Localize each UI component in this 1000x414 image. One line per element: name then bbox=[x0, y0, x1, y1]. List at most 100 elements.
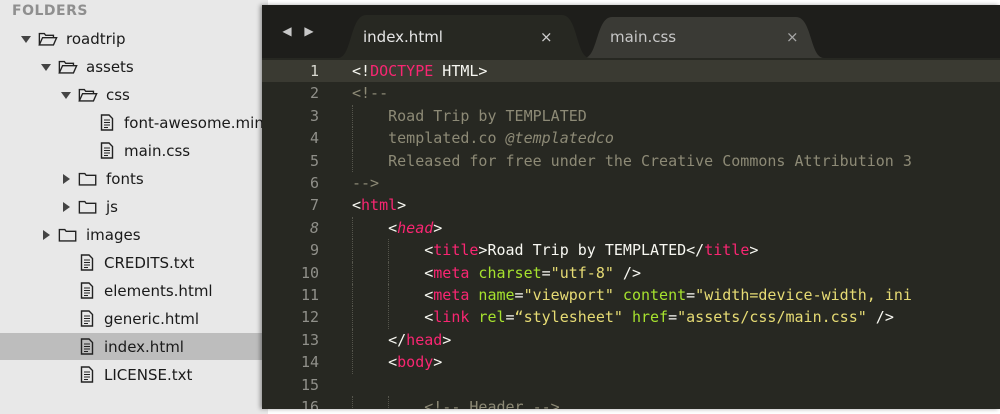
tree-folder[interactable]: js bbox=[0, 193, 268, 220]
tab-nav-back-icon[interactable]: ◀ bbox=[280, 23, 294, 39]
tree-item-label: index.html bbox=[104, 337, 184, 356]
tab-nav-forward-icon[interactable]: ▶ bbox=[302, 23, 316, 39]
tree-item-label: LICENSE.txt bbox=[104, 365, 193, 384]
disclosure-open-icon[interactable] bbox=[20, 33, 32, 45]
tree-item-label: fonts bbox=[106, 169, 144, 188]
tree-item-label: assets bbox=[86, 57, 134, 76]
disclosure-closed-icon[interactable] bbox=[60, 173, 72, 185]
line-number: 1 bbox=[309, 62, 319, 80]
tree-file[interactable]: index.html bbox=[0, 333, 268, 360]
disclosure-open-icon[interactable] bbox=[60, 89, 72, 101]
line-number: 11 bbox=[300, 286, 319, 304]
code-line: 11 <meta name="viewport" content="width=d… bbox=[262, 284, 1000, 307]
file-icon bbox=[100, 142, 116, 160]
indent-guide bbox=[388, 239, 390, 262]
line-number: 14 bbox=[300, 353, 319, 372]
line-number: 5 bbox=[309, 151, 319, 170]
tree-file[interactable]: main.css bbox=[0, 137, 268, 164]
disclosure-open-icon[interactable] bbox=[40, 61, 52, 73]
code-text: <!-- Header --> bbox=[424, 398, 560, 409]
tree-file[interactable]: font-awesome.min bbox=[0, 109, 268, 136]
indent-guide bbox=[352, 306, 354, 329]
code-text: <meta charset="utf-8" /> bbox=[424, 263, 641, 282]
line-number: 12 bbox=[300, 308, 319, 327]
file-icon bbox=[80, 366, 96, 384]
code-text: </head> bbox=[388, 330, 452, 349]
line-number: 13 bbox=[300, 330, 319, 349]
line-number: 10 bbox=[300, 263, 319, 282]
code-line: 14 <body> bbox=[262, 351, 1000, 374]
indent-guide bbox=[352, 149, 354, 172]
file-icon bbox=[80, 254, 96, 272]
tree-item-label: images bbox=[86, 225, 141, 244]
tree-item-label: roadtrip bbox=[66, 29, 126, 48]
line-number: 3 bbox=[309, 106, 319, 125]
code-line: 15 bbox=[262, 374, 1000, 396]
code-text: Road Trip by TEMPLATED bbox=[388, 106, 587, 125]
folder-open-icon bbox=[58, 58, 78, 76]
disclosure-closed-icon[interactable] bbox=[60, 201, 72, 213]
close-icon[interactable]: × bbox=[786, 28, 799, 46]
indent-guide bbox=[388, 284, 390, 307]
disclosure-closed-icon[interactable] bbox=[40, 229, 52, 241]
tree-file[interactable]: CREDITS.txt bbox=[0, 249, 268, 276]
code-line: 2 <!-- bbox=[262, 82, 1000, 104]
indent-guide bbox=[352, 328, 354, 352]
code-text: <head> bbox=[388, 218, 443, 237]
indent-guide bbox=[388, 261, 390, 284]
indent-guide bbox=[388, 396, 390, 409]
code-line: 13 </head> bbox=[262, 328, 1000, 352]
code-line: 12 <link rel=“stylesheet" href="assets/cs… bbox=[262, 306, 1000, 329]
file-icon bbox=[80, 310, 96, 328]
indent-guide bbox=[352, 351, 354, 374]
code-text: <!-- bbox=[352, 84, 389, 103]
tree-folder[interactable]: roadtrip bbox=[0, 25, 268, 52]
tree-file[interactable]: elements.html bbox=[0, 277, 268, 304]
tab-index-html[interactable]: index.html × bbox=[338, 15, 590, 58]
code-text: <title>Road Trip by TEMPLATED</title> bbox=[424, 241, 759, 260]
code-text: <body> bbox=[388, 353, 443, 372]
tree-folder[interactable]: fonts bbox=[0, 165, 268, 192]
tree-folder[interactable]: assets bbox=[0, 53, 268, 80]
code-line: 16 <!-- Header --> bbox=[262, 396, 1000, 409]
file-icon bbox=[100, 114, 116, 132]
indent-guide bbox=[352, 104, 354, 128]
indent-guide bbox=[388, 306, 390, 329]
tree-folder[interactable]: images bbox=[0, 221, 268, 248]
line-number: 15 bbox=[300, 375, 319, 394]
sidebar: FOLDERS roadtrip assets css font-awesome.mi… bbox=[0, 0, 268, 414]
indent-guide bbox=[352, 284, 354, 307]
editor-pane: ◀ ▶ main.css × index.html × 1 <!DOCTYPE H… bbox=[262, 5, 1000, 409]
tree-item-label: js bbox=[106, 197, 118, 216]
indent-guide bbox=[352, 261, 354, 284]
code-text: <link rel=“stylesheet" href="assets/css/… bbox=[424, 308, 894, 327]
folder-open-icon bbox=[78, 86, 98, 104]
tree-item-label: CREDITS.txt bbox=[104, 253, 195, 272]
tree-file[interactable]: LICENSE.txt bbox=[0, 361, 268, 388]
tab-main-css[interactable]: main.css × bbox=[584, 15, 824, 58]
code-line: 9 <title>Road Trip by TEMPLATED</title> bbox=[262, 239, 1000, 262]
folder-icon bbox=[78, 170, 98, 188]
folder-open-icon bbox=[38, 30, 58, 48]
folder-icon bbox=[78, 198, 98, 216]
code-area[interactable]: 1 <!DOCTYPE HTML> 2 <!-- 3 Road Trip by TEMPL… bbox=[262, 58, 1000, 409]
tree-folder[interactable]: css bbox=[0, 81, 268, 108]
code-line: 4 templated.co @templatedco bbox=[262, 127, 1000, 150]
tree-item-label: font-awesome.min bbox=[124, 113, 264, 132]
tree-file[interactable]: generic.html bbox=[0, 305, 268, 332]
tree-item-label: css bbox=[106, 85, 130, 104]
code-line: 1 <!DOCTYPE HTML> bbox=[262, 60, 1000, 83]
code-line: 8 <head> bbox=[262, 216, 1000, 240]
close-icon[interactable]: × bbox=[540, 28, 553, 46]
line-number: 9 bbox=[309, 241, 319, 260]
tab-bar: ◀ ▶ main.css × index.html × bbox=[262, 5, 1000, 58]
line-number: 8 bbox=[309, 218, 319, 237]
tree-item-label: main.css bbox=[124, 141, 191, 160]
tab-title: index.html bbox=[363, 28, 443, 46]
indent-guide bbox=[352, 127, 354, 150]
indent-guide bbox=[352, 239, 354, 262]
code-text: <!DOCTYPE HTML> bbox=[352, 62, 488, 80]
indent-guide bbox=[352, 216, 354, 240]
code-text: <html> bbox=[352, 196, 407, 215]
code-text: Released for free under the Creative Com… bbox=[388, 151, 912, 170]
